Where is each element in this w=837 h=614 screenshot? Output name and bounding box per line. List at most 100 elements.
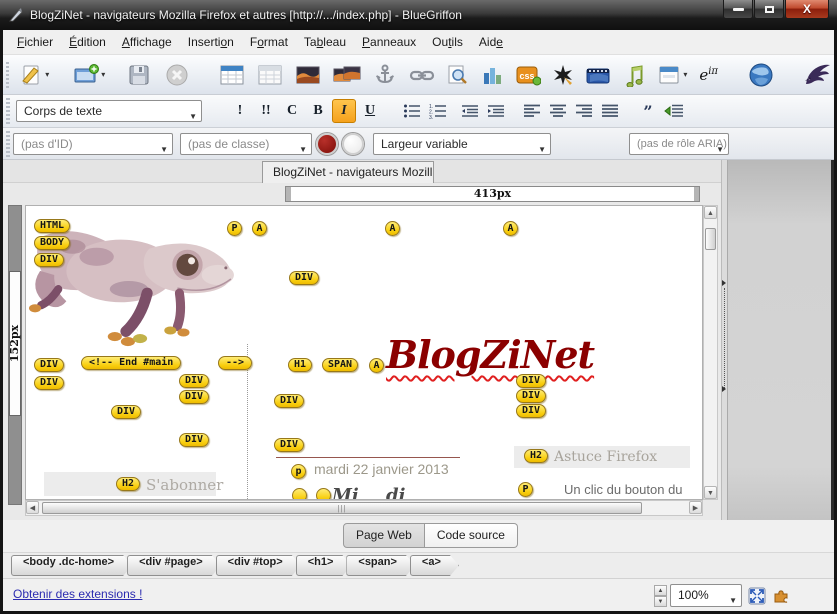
- bold-button[interactable]: B: [306, 99, 330, 123]
- emphasis-button[interactable]: !: [228, 99, 252, 123]
- markup-badge-div[interactable]: DIV: [179, 374, 209, 388]
- bluegriffon-logo-button[interactable]: [800, 60, 834, 90]
- menu-insertion[interactable]: Insertion: [180, 32, 242, 52]
- zoom-level-combo[interactable]: 100%▼: [670, 584, 742, 607]
- preview-browser-button[interactable]: [746, 60, 776, 90]
- markup-badge-div[interactable]: DIV: [516, 389, 546, 403]
- save-button[interactable]: [125, 60, 153, 90]
- menu-format[interactable]: Format: [242, 32, 296, 52]
- markup-badge-div[interactable]: DIV: [516, 404, 546, 418]
- menu-outils[interactable]: Outils: [424, 32, 471, 52]
- breadcrumb-item[interactable]: <a>: [410, 555, 459, 576]
- markup-badge-div[interactable]: DIV: [34, 253, 64, 267]
- markup-badge-h1[interactable]: H1: [288, 358, 312, 372]
- maximize-button[interactable]: [754, 0, 784, 19]
- markup-badge-div[interactable]: DIV: [179, 433, 209, 447]
- menu-panneaux[interactable]: Panneaux: [354, 32, 424, 52]
- new-document-button[interactable]: ▾: [17, 60, 51, 90]
- horizontal-scrollbar[interactable]: ◀ ▶: [25, 500, 703, 516]
- markup-badge-div[interactable]: DIV: [274, 438, 304, 452]
- horizontal-scroll-thumb[interactable]: [42, 502, 642, 514]
- paragraph-style-combo[interactable]: Corps de texte ▼: [16, 100, 202, 122]
- insert-images-button[interactable]: [331, 60, 363, 90]
- justify-button[interactable]: [599, 100, 621, 122]
- underline-button[interactable]: U: [358, 99, 382, 123]
- close-button[interactable]: X: [785, 0, 829, 19]
- markup-badge-p[interactable]: P: [518, 482, 533, 497]
- breadcrumb-item[interactable]: <div #top>: [216, 555, 301, 576]
- insert-table-button[interactable]: [217, 60, 247, 90]
- insert-image-button[interactable]: [293, 60, 323, 90]
- document-tab[interactable]: BlogZiNet - navigateurs Mozill...: [262, 161, 434, 183]
- markup-badge-div[interactable]: DIV: [274, 394, 304, 408]
- markup-badge-comment[interactable]: -->: [218, 356, 252, 370]
- vertical-scroll-thumb[interactable]: [705, 228, 716, 250]
- aria-role-combo[interactable]: (pas de rôle ARIA)▼: [629, 133, 729, 155]
- minimize-button[interactable]: [723, 0, 753, 19]
- markup-badge-dot[interactable]: [292, 488, 307, 500]
- insert-audio-button[interactable]: [621, 60, 647, 90]
- zoom-spinner[interactable]: ▲ ▼: [654, 585, 667, 607]
- get-extensions-link[interactable]: Obtenir des extensions !: [13, 587, 142, 601]
- markup-badge-div[interactable]: DIV: [34, 358, 64, 372]
- horizontal-ruler[interactable]: 413px: [285, 186, 700, 202]
- markup-badge-a[interactable]: A: [385, 221, 400, 236]
- markup-badge-html[interactable]: HTML: [34, 219, 70, 233]
- addons-puzzle-icon[interactable]: [772, 587, 790, 605]
- width-combo[interactable]: Largeur variable▼: [373, 133, 551, 155]
- markup-badge-dot[interactable]: [316, 488, 331, 500]
- insert-link-button[interactable]: [407, 60, 437, 90]
- bullet-list-button[interactable]: [401, 100, 423, 122]
- vertical-scrollbar[interactable]: ▲ ▼: [703, 205, 718, 500]
- editor-canvas[interactable]: HTMLBODYDIVPAAADIVDIV<!-- End #main-->DI…: [25, 205, 703, 500]
- breadcrumb-item[interactable]: <div #page>: [127, 555, 221, 576]
- markup-badge-p[interactable]: P: [227, 221, 242, 236]
- insert-form-button[interactable]: ▾: [655, 60, 689, 90]
- markup-badge-a[interactable]: A: [369, 358, 384, 373]
- markup-badge-div[interactable]: DIV: [516, 374, 546, 388]
- color-well-red[interactable]: [316, 133, 338, 155]
- menu-dition[interactable]: Édition: [61, 32, 114, 52]
- markup-badge-a[interactable]: A: [252, 221, 267, 236]
- menu-affichage[interactable]: Affichage: [114, 32, 180, 52]
- class-combo[interactable]: (pas de classe)▼: [180, 133, 312, 155]
- insert-svg-button[interactable]: [549, 60, 577, 90]
- insert-table-plain-button[interactable]: [255, 60, 285, 90]
- fullscreen-icon[interactable]: [748, 587, 766, 605]
- insert-anchor-button[interactable]: [371, 60, 399, 90]
- outdent-button[interactable]: [459, 100, 481, 122]
- view-tab-page-web[interactable]: Page Web: [343, 523, 425, 548]
- markup-badge-h2[interactable]: H2: [524, 449, 548, 463]
- indent-button[interactable]: [485, 100, 507, 122]
- markup-badge-endmain[interactable]: <!-- End #main: [81, 356, 181, 370]
- markup-badge-body[interactable]: BODY: [34, 236, 70, 250]
- stop-button[interactable]: [163, 60, 191, 90]
- align-right-button[interactable]: [573, 100, 595, 122]
- vertical-ruler[interactable]: 152px: [8, 205, 22, 505]
- markup-badge-h2[interactable]: H2: [116, 477, 140, 491]
- open-file-button[interactable]: ▾: [71, 60, 107, 90]
- menu-fichier[interactable]: Fichier: [9, 32, 61, 52]
- breadcrumb-item[interactable]: <h1>: [296, 555, 352, 576]
- edit-css-button[interactable]: css: [513, 60, 543, 90]
- strong-button[interactable]: !!: [254, 99, 278, 123]
- menu-tableau[interactable]: Tableau: [296, 32, 354, 52]
- menu-aide[interactable]: Aide: [471, 32, 511, 52]
- markup-badge-div[interactable]: DIV: [289, 271, 319, 285]
- insert-math-button[interactable]: eiπ: [697, 60, 720, 90]
- markup-badge-a[interactable]: A: [503, 221, 518, 236]
- markup-badge-span[interactable]: SPAN: [322, 358, 358, 372]
- insert-video-button[interactable]: [583, 60, 613, 90]
- id-combo[interactable]: (pas d'ID)▼: [13, 133, 173, 155]
- code-button[interactable]: C: [280, 99, 304, 123]
- align-left-button[interactable]: [521, 100, 543, 122]
- color-well-white[interactable]: [342, 133, 364, 155]
- markup-badge-div[interactable]: DIV: [34, 376, 64, 390]
- view-tab-code-source[interactable]: Code source: [425, 523, 518, 548]
- breadcrumb-item[interactable]: <body .dc-home>: [11, 555, 132, 576]
- italic-button[interactable]: I: [332, 99, 356, 123]
- quote-button[interactable]: ”: [637, 100, 659, 122]
- markup-badge-div[interactable]: DIV: [179, 390, 209, 404]
- numbered-list-button[interactable]: 1.2.3.: [427, 100, 449, 122]
- breadcrumb-item[interactable]: <span>: [346, 555, 415, 576]
